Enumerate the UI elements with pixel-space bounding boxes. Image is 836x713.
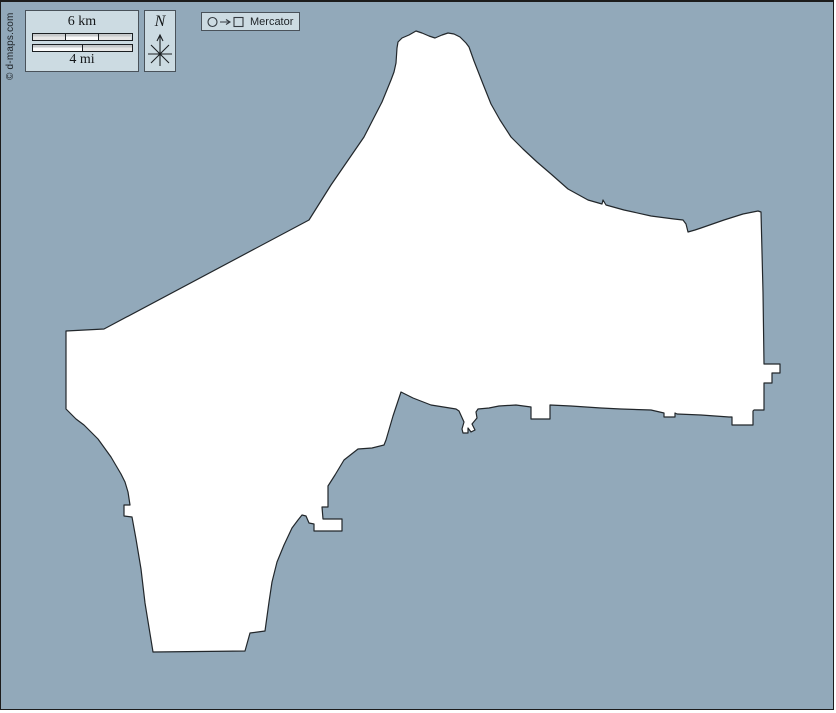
scale-bar-segment: [82, 45, 132, 51]
copyright-text: © d-maps.com: [5, 12, 16, 80]
scale-km-bar: [32, 33, 133, 41]
scale-bar-segment: [33, 34, 65, 40]
map-svg: [1, 2, 835, 712]
scale-bar-segment: [98, 34, 131, 40]
scale-mi-label: 4 mi: [69, 52, 94, 68]
compass-rose-icon: [145, 32, 175, 70]
scale-bar-segment: [65, 34, 98, 40]
map-canvas: 6 km 4 mi N Mercator © d-maps.: [0, 0, 834, 710]
scale-mi-bar: [32, 44, 133, 52]
projection-chip: Mercator: [201, 12, 300, 31]
scale-km-label: 6 km: [68, 14, 96, 30]
scale-bar-panel: 6 km 4 mi: [25, 10, 139, 72]
projection-label: Mercator: [250, 16, 293, 28]
landmass-outline: [66, 31, 780, 652]
scale-bar-segment: [33, 45, 82, 51]
north-label: N: [155, 13, 166, 31]
projection-transform-icon: [206, 15, 246, 29]
north-arrow-panel: N: [144, 10, 176, 72]
